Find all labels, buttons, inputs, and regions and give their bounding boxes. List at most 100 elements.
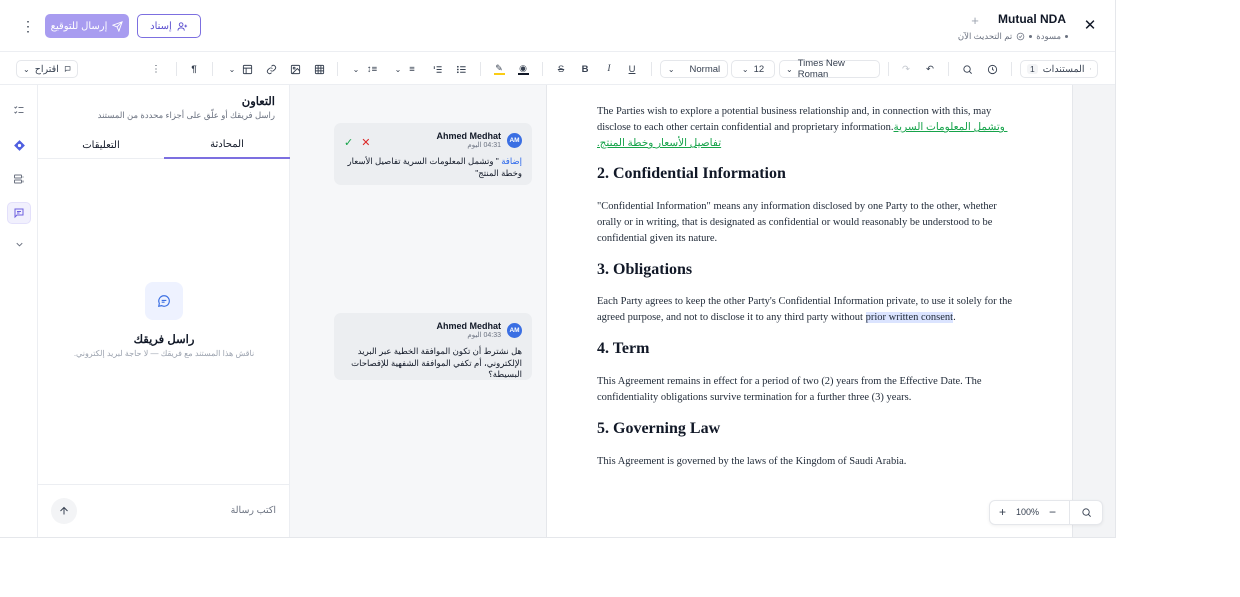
tab-comments[interactable]: التعليقات xyxy=(38,131,164,159)
zoom-level: 100% xyxy=(1016,507,1040,517)
chevron-down-icon[interactable] xyxy=(7,233,31,255)
strikethrough-icon[interactable]: S xyxy=(552,60,570,78)
style-value: Normal xyxy=(689,63,721,75)
commented-text[interactable]: prior written consent xyxy=(865,312,954,323)
image-icon[interactable] xyxy=(286,60,304,78)
cloud-check-icon xyxy=(1016,32,1025,41)
suggest-mode-dropdown[interactable]: ⌄ اقتراح xyxy=(16,60,78,78)
send-message-button[interactable] xyxy=(51,498,77,524)
italic-icon[interactable]: I xyxy=(600,60,618,78)
suggestion-card[interactable]: AM Ahmed Medhat 04:31 اليوم إضافة " وتشم… xyxy=(334,123,532,185)
font-family-value: Times New Roman xyxy=(797,58,845,80)
fields-icon[interactable] xyxy=(7,168,31,190)
redo-icon[interactable]: ↷ xyxy=(897,60,915,78)
text-color-icon[interactable]: ◉ xyxy=(514,60,532,78)
highlight-color-icon[interactable]: ✎ xyxy=(490,60,508,78)
avatar: AM xyxy=(507,133,522,148)
comment-author: Ahmed Medhat xyxy=(436,131,501,141)
style-dropdown[interactable]: ⌄ Normal xyxy=(660,60,728,78)
chevron-down-icon: ⌄ xyxy=(667,64,675,74)
section-heading: 5. Governing Law xyxy=(597,420,721,437)
chevron-down-icon: ⌄ xyxy=(786,64,793,74)
section-heading: 4. Term xyxy=(597,340,650,357)
send-for-signature-button[interactable]: إرسال للتوقيع xyxy=(45,14,129,38)
align-left-icon[interactable]: ≡ xyxy=(404,60,420,78)
bold-icon[interactable]: B xyxy=(576,60,594,78)
document-title[interactable]: Mutual NDA xyxy=(998,12,1066,26)
zoom-out-icon[interactable]: − xyxy=(1049,505,1056,519)
status-updated: تم التحديث الآن xyxy=(957,31,1013,41)
send-icon xyxy=(112,20,124,32)
section-heading: 2. Confidential Information xyxy=(597,165,786,182)
link-icon[interactable] xyxy=(262,60,280,78)
table-icon[interactable] xyxy=(310,60,328,78)
zoom-in-icon[interactable]: + xyxy=(999,505,1006,519)
suggestion-text: " وتشمل المعلومات السرية تفاصيل الأسعار … xyxy=(347,156,522,178)
arrow-up-icon xyxy=(60,506,68,515)
comment-time: 04:31 اليوم xyxy=(467,142,501,149)
section-paragraph[interactable]: This Agreement remains in effect for a p… xyxy=(597,374,1022,406)
section-heading: 3. Obligations xyxy=(597,261,693,278)
history-icon[interactable] xyxy=(983,60,1001,78)
suggest-label: اقتراح xyxy=(34,63,59,75)
more-options-icon[interactable]: ⋮ xyxy=(20,17,36,35)
obligations-end: . xyxy=(953,312,956,323)
toolbar: ⌄ اقتراح ⋮ ¶ ⌄ ⌄ ↕≡ ⌄ ≡ ✎ ◉ S B I U ⌄ No… xyxy=(0,52,1115,85)
align-chevron-icon[interactable]: ⌄ xyxy=(392,60,404,78)
panel-title: التعاون xyxy=(241,96,275,108)
more-tools-icon[interactable]: ⋮ xyxy=(150,60,162,78)
search-icon[interactable] xyxy=(958,60,976,78)
document-icon xyxy=(1089,68,1091,70)
header: ⋮ إرسال للتوقيع إسناد + Mutual NDA ✕ مسو… xyxy=(0,0,1115,52)
chevron-down-icon: ⌄ xyxy=(741,64,749,74)
underline-icon[interactable]: U xyxy=(623,60,641,78)
assign-button[interactable]: إسناد xyxy=(137,14,201,38)
line-spacing-chevron-icon[interactable]: ⌄ xyxy=(350,60,362,78)
document-page[interactable]: The Parties wish to explore a potential … xyxy=(546,85,1073,537)
chevron-down-icon: ⌄ xyxy=(23,64,30,74)
section-paragraph[interactable]: Each Party agrees to keep the other Part… xyxy=(597,294,1022,326)
checklist-icon[interactable] xyxy=(7,99,31,121)
ai-assistant-icon[interactable] xyxy=(7,134,31,156)
font-family-dropdown[interactable]: ⌄ Times New Roman xyxy=(779,58,880,80)
comment-author: Ahmed Medhat xyxy=(436,321,501,331)
message-composer: اكتب رسالة xyxy=(38,484,290,537)
bullet-list-icon[interactable] xyxy=(452,60,470,78)
collaboration-icon[interactable] xyxy=(7,202,31,224)
panel-subtitle: راسل فريقك أو علّق على أجزاء محددة من ال… xyxy=(97,110,275,120)
status-dot xyxy=(1065,35,1068,38)
send-for-signature-label: إرسال للتوقيع xyxy=(50,20,108,32)
layout-icon[interactable] xyxy=(239,60,255,78)
search-icon[interactable] xyxy=(1081,507,1092,520)
assign-label: إسناد xyxy=(150,20,172,32)
suggestion-type: إضافة xyxy=(501,156,522,166)
documents-button[interactable]: المستندات 1 xyxy=(1020,60,1098,78)
section-paragraph[interactable]: This Agreement is governed by the laws o… xyxy=(597,454,1022,470)
numbered-list-icon[interactable] xyxy=(428,60,446,78)
section-paragraph[interactable]: "Confidential Information" means any inf… xyxy=(597,199,1022,247)
reject-icon[interactable]: ✕ xyxy=(361,136,370,149)
add-icon[interactable]: + xyxy=(966,11,984,29)
left-rail xyxy=(0,85,38,537)
chat-bubble-icon xyxy=(145,282,183,320)
text-direction-icon[interactable]: ¶ xyxy=(185,60,203,78)
message-input[interactable]: اكتب رسالة xyxy=(231,505,276,516)
undo-icon[interactable]: ↶ xyxy=(921,60,939,78)
panel-tabs: التعليقات المحادثة xyxy=(38,131,290,159)
comment-card[interactable]: AM Ahmed Medhat 04:33 اليوم هل نشترط أن … xyxy=(334,313,532,380)
layout-chevron-icon[interactable]: ⌄ xyxy=(225,60,239,78)
suggestion-actions: ✕ ✓ xyxy=(344,136,370,149)
line-spacing-icon[interactable]: ↕≡ xyxy=(364,60,380,78)
close-icon[interactable]: ✕ xyxy=(1083,17,1097,34)
accept-icon[interactable]: ✓ xyxy=(344,136,353,149)
font-size-dropdown[interactable]: ⌄ 12 xyxy=(731,60,775,78)
empty-state-subtitle: ناقش هذا المستند مع فريقك — لا حاجة لبري… xyxy=(73,349,255,358)
comment-body: إضافة " وتشمل المعلومات السرية تفاصيل ال… xyxy=(344,156,522,179)
avatar: AM xyxy=(507,323,522,338)
documents-count: 1 xyxy=(1027,64,1038,74)
comment-time: 04:33 اليوم xyxy=(467,332,501,339)
tab-chat[interactable]: المحادثة xyxy=(164,131,290,159)
document-status: مسودة تم التحديث الآن xyxy=(956,31,1068,42)
intro-paragraph[interactable]: The Parties wish to explore a potential … xyxy=(597,104,1022,152)
font-size-value: 12 xyxy=(753,63,765,75)
